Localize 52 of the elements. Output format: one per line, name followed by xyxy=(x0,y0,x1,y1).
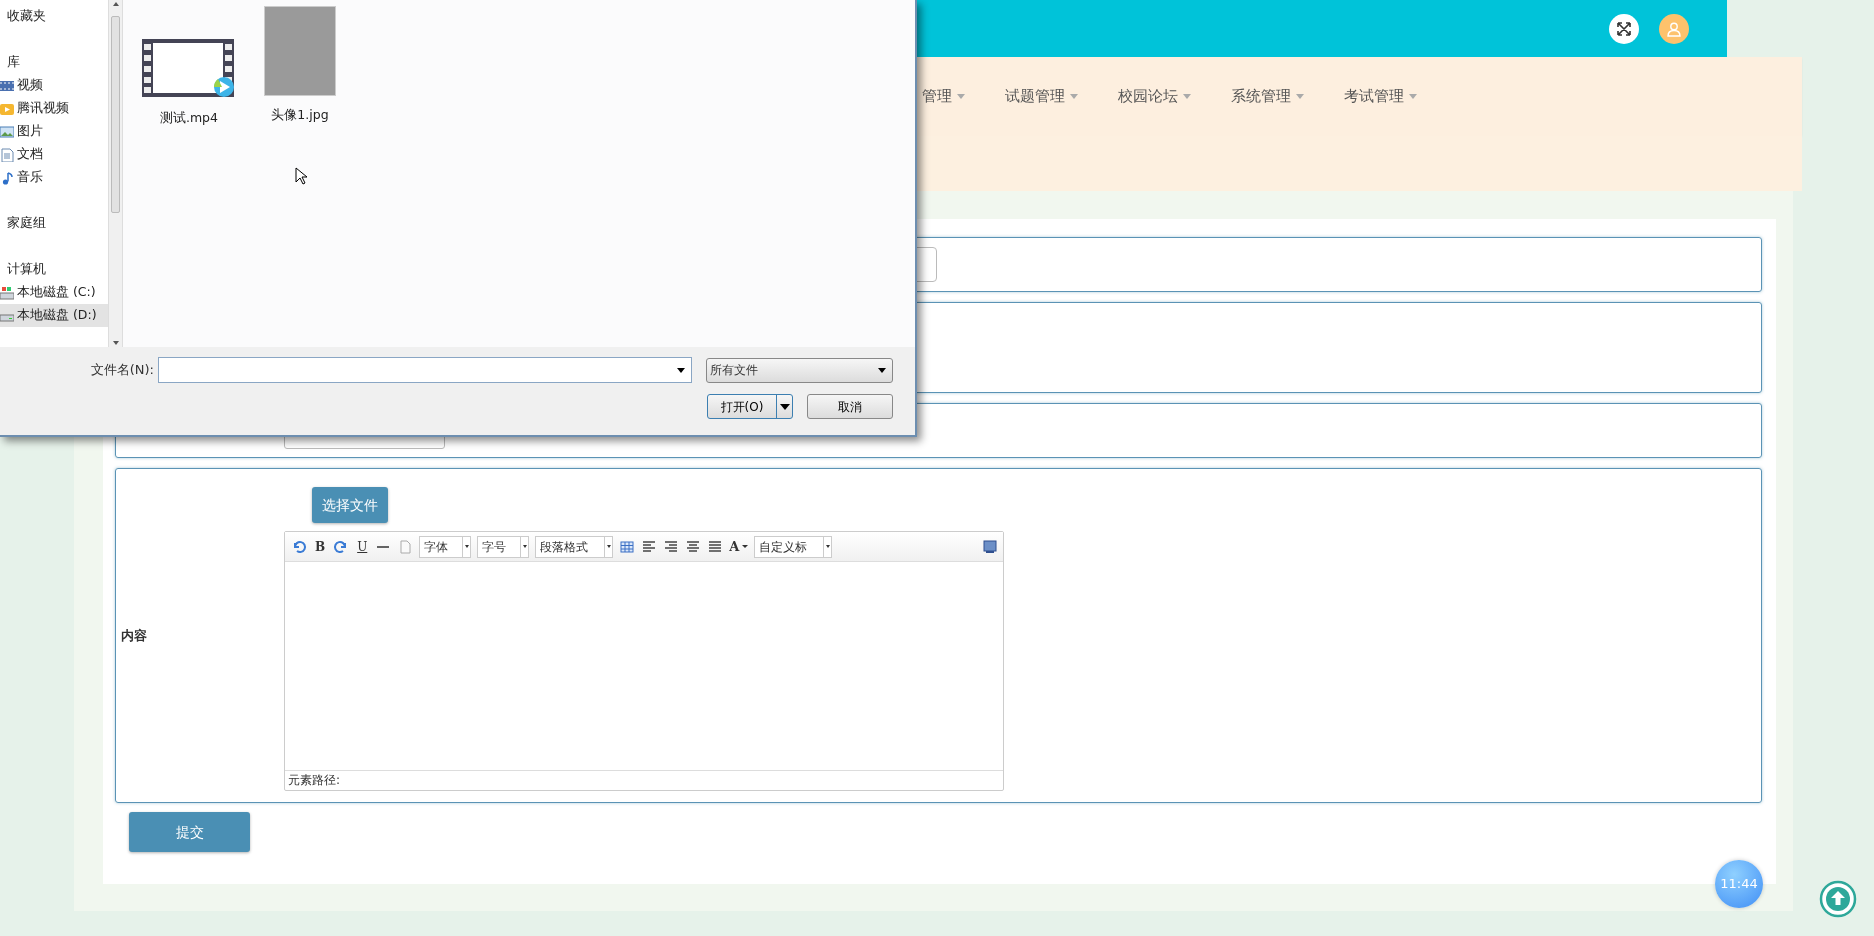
toolbar-dropdown[interactable]: 字体 xyxy=(419,535,472,558)
undo-icon[interactable] xyxy=(291,538,307,555)
tree-item[interactable]: 本地磁盘 (D:) xyxy=(0,304,108,327)
back-to-top-icon[interactable] xyxy=(1819,880,1857,918)
tree-item[interactable]: 文档 xyxy=(0,143,108,166)
tree-item[interactable]: 本地磁盘 (C:) xyxy=(0,281,108,304)
tree-item[interactable]: 视频 xyxy=(0,74,108,97)
open-button[interactable]: 打开(O) xyxy=(707,394,793,419)
file-name[interactable]: 测试.mp4 xyxy=(159,109,218,128)
scrollbar[interactable] xyxy=(108,0,123,347)
nav-menu-item[interactable]: 管理 xyxy=(922,85,965,108)
music-icon xyxy=(0,170,14,185)
align-center-icon[interactable] xyxy=(685,538,702,555)
nav-menu-item[interactable]: 试题管理 xyxy=(1005,85,1078,108)
dropdown-arrow-icon xyxy=(677,367,685,373)
field-label: 内容 xyxy=(121,626,147,645)
tree-item[interactable]: 收藏夹 xyxy=(0,5,108,28)
align-left-icon[interactable] xyxy=(641,538,658,555)
tree-item[interactable]: 计算机 xyxy=(0,258,108,281)
submit-button[interactable]: 提交 xyxy=(129,812,250,852)
picture-icon xyxy=(0,124,14,139)
table-icon[interactable] xyxy=(619,538,636,555)
field-label: 文件名(N): xyxy=(90,361,154,380)
user-icon xyxy=(1666,20,1682,37)
file-type-select[interactable]: 所有文件 xyxy=(706,357,893,383)
tree-item[interactable]: 音乐 xyxy=(0,166,108,189)
file-name-field[interactable] xyxy=(158,357,692,383)
file-name[interactable]: 头像1.jpg xyxy=(271,106,329,125)
monitor-icon[interactable] xyxy=(983,539,997,554)
system-drive-icon xyxy=(0,285,14,300)
mouse-cursor-icon xyxy=(295,167,307,185)
toolbar-dropdown[interactable]: 段落格式 xyxy=(535,535,614,558)
justify-icon[interactable] xyxy=(707,538,724,555)
toolbar-dropdown[interactable]: 自定义标 xyxy=(754,535,833,558)
nav-menu-item[interactable]: 校园论坛 xyxy=(1118,85,1191,108)
element-path: 元素路径: xyxy=(285,770,1003,790)
nav-menu-item[interactable]: 考试管理 xyxy=(1344,85,1417,108)
tree-item[interactable]: 图片 xyxy=(0,120,108,143)
tree-item[interactable]: 库 xyxy=(0,51,108,74)
toolbar-dropdown[interactable]: 字号 xyxy=(477,535,530,558)
bold-button[interactable]: B xyxy=(313,537,328,556)
tree-item[interactable]: 腾讯视频 xyxy=(0,97,108,120)
nav-menu-item[interactable]: 系统管理 xyxy=(1231,85,1304,108)
cancel-button[interactable]: 取消 xyxy=(807,394,893,419)
tree-item[interactable]: 家庭组 xyxy=(0,212,108,235)
font-color-button[interactable]: A xyxy=(729,536,749,557)
expand-icon xyxy=(1616,20,1632,37)
video-file-icon xyxy=(142,39,236,99)
underline-button[interactable]: U xyxy=(355,537,370,556)
fullscreen-button[interactable] xyxy=(1609,13,1639,44)
align-right-icon[interactable] xyxy=(663,538,680,555)
choose-file-button[interactable]: 选择文件 xyxy=(312,487,388,523)
